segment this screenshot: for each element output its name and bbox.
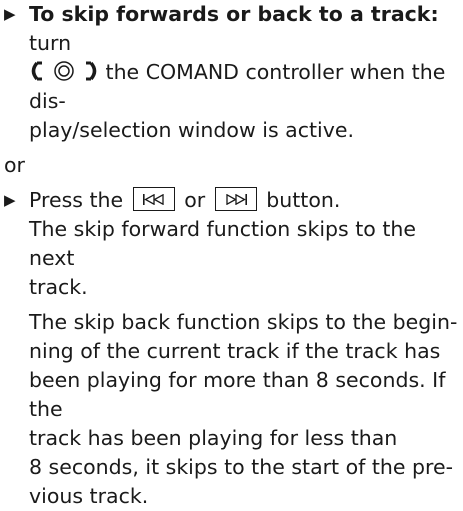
step1-bold-heading: To skip forwards or back to a track:	[29, 2, 439, 26]
manual-page: ▶ To skip forwards or back to a track: t…	[0, 0, 463, 508]
instruction-step-skip: ▶ To skip forwards or back to a track: t…	[0, 0, 463, 145]
step1-text: turn	[29, 31, 72, 55]
para2-line3: been playing for more than 8 seconds. If…	[29, 368, 446, 421]
para1-line1: The skip forward function skips to the n…	[29, 217, 416, 270]
para2-line2: ning of the current track if the track h…	[29, 339, 441, 363]
triangle-bullet-icon: ▶	[4, 191, 16, 209]
or-separator: or	[4, 153, 25, 177]
step1-line1: To skip forwards or back to a track: tur…	[29, 0, 463, 58]
para2-line1: The skip back function skips to the begi…	[29, 310, 458, 334]
skip-back-icon	[142, 194, 164, 205]
instruction-step-press: ▶ Press the or button.	[0, 186, 463, 215]
step2-line: Press the or button.	[29, 186, 463, 215]
step2-middle: or	[184, 188, 206, 212]
triangle-bullet-icon: ▶	[4, 5, 16, 23]
skip-back-description: The skip back function skips to the begi…	[0, 308, 463, 511]
step2-after: button.	[266, 188, 341, 212]
para2-line5: 8 seconds, it skips to the start of the …	[29, 455, 454, 479]
skip-forward-button	[214, 187, 257, 211]
step1-line2: the COMAND controller when the dis-	[29, 58, 463, 116]
para2-line6: vious track.	[29, 484, 149, 508]
skip-forward-icon	[226, 194, 247, 205]
skip-back-button	[132, 187, 175, 211]
step1-line3: play/selection window is active.	[29, 118, 354, 142]
skip-forward-description: The skip forward function skips to the n…	[0, 215, 463, 302]
step2-before: Press the	[29, 188, 124, 212]
para1-line2: track.	[29, 275, 88, 299]
comand-controller-rotate-icon	[31, 61, 97, 81]
para2-line4: track has been playing for less than	[29, 426, 398, 450]
